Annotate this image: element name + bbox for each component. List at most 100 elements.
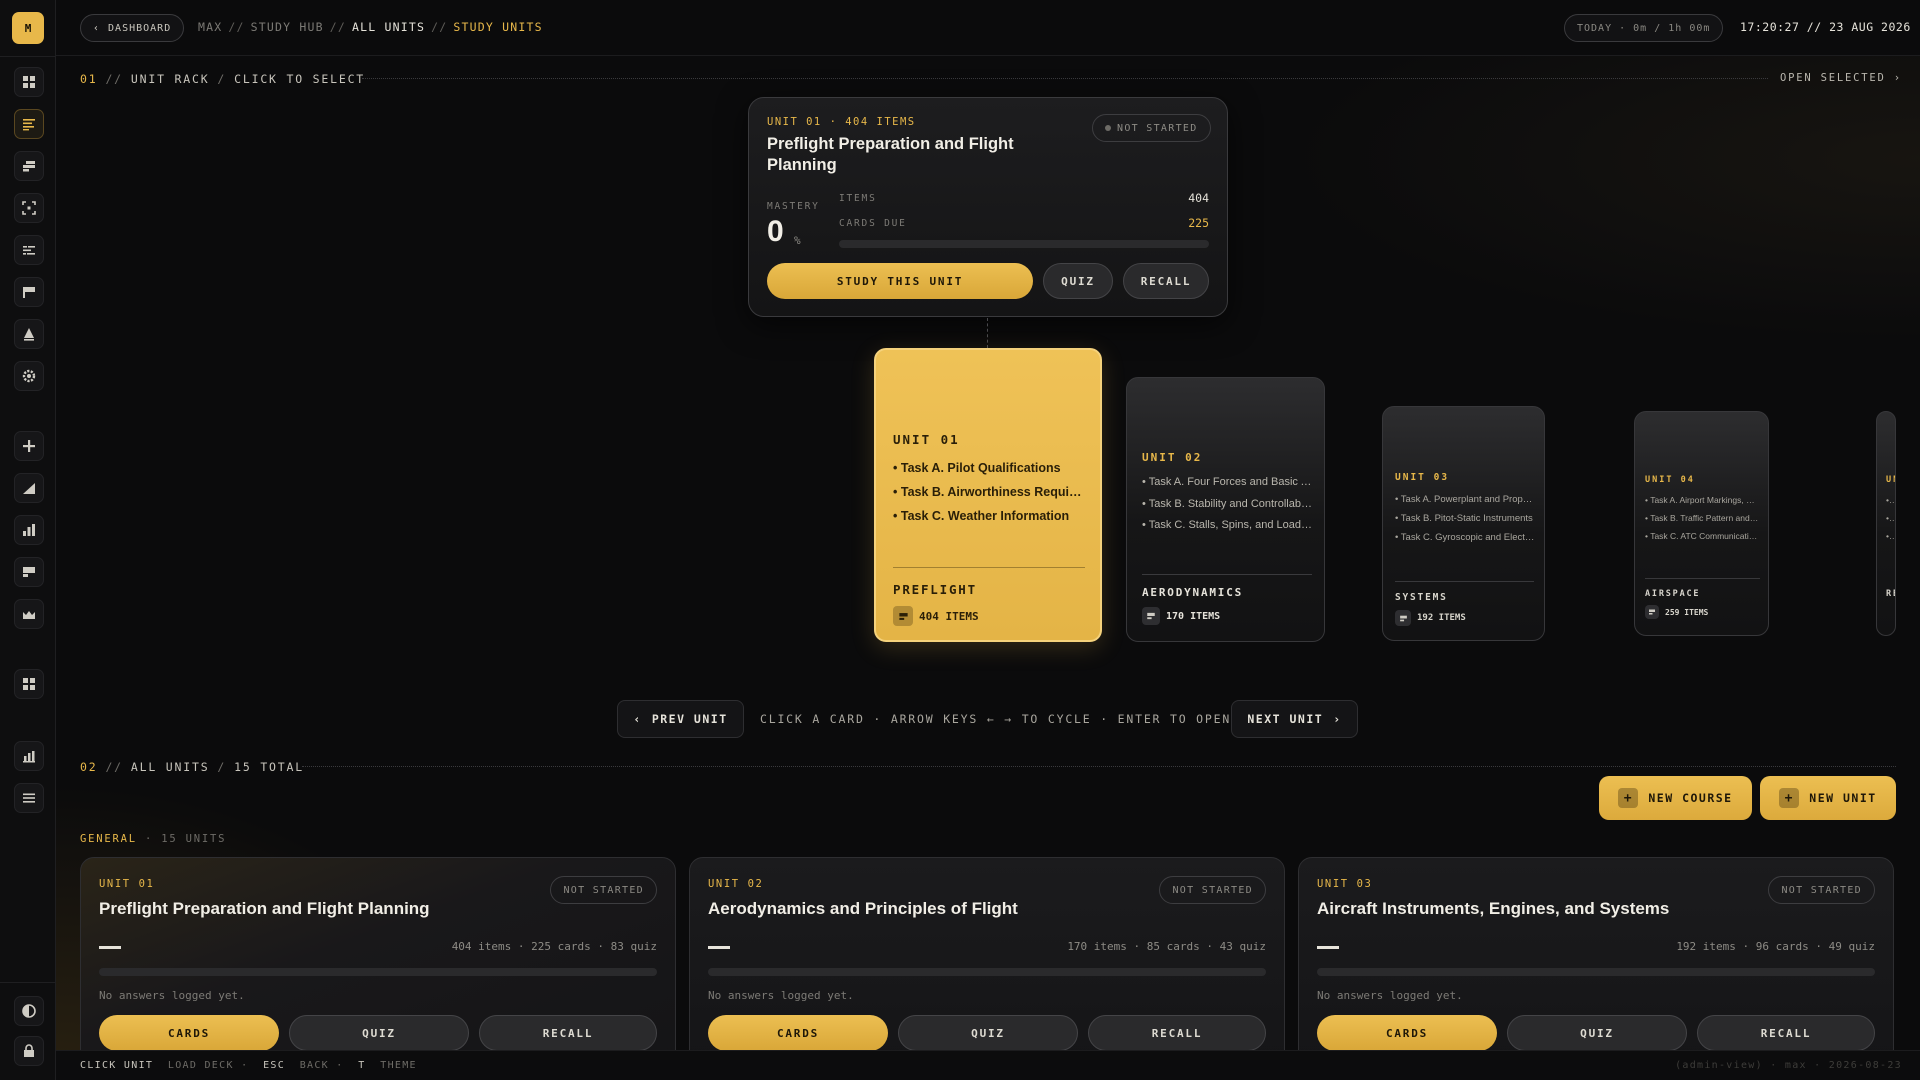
rack-card-unit-01[interactable]: UNIT 01 • Task A. Pilot Qualifications •… bbox=[874, 348, 1102, 642]
rack-card-unit-04[interactable]: UNIT 04 • Task A. Airport Markings, Sign… bbox=[1634, 411, 1769, 636]
recall-button[interactable]: RECALL bbox=[1123, 263, 1209, 299]
rack-card-unit-02[interactable]: UNIT 02 • Task A. Four Forces and Basic … bbox=[1126, 377, 1325, 642]
list-icon[interactable] bbox=[14, 109, 44, 139]
hint-key: ESC bbox=[263, 1060, 286, 1071]
unit-card[interactable]: UNIT 03 Aircraft Instruments, Engines, a… bbox=[1298, 857, 1894, 1080]
rack-task-list: • Task A. Airport Markings, Signs and Li… bbox=[1645, 491, 1760, 545]
ascending-chart-icon[interactable] bbox=[14, 473, 44, 503]
rack-card-category: AERODYNAMICS bbox=[1142, 586, 1244, 599]
list-item: • Task A. Powerplant and Propeller bbox=[1395, 494, 1535, 505]
rack-card-unit: UN bbox=[1886, 475, 1895, 485]
today-timer-badge: TODAY · 0m / 1h 00m bbox=[1564, 14, 1724, 42]
cards-button[interactable]: CARDS bbox=[99, 1015, 279, 1051]
unit-number: UNIT 03 bbox=[1317, 878, 1373, 890]
menu-icon[interactable] bbox=[14, 783, 44, 813]
rack-card-unit: UNIT 03 bbox=[1395, 472, 1450, 483]
plus-icon[interactable] bbox=[14, 431, 44, 461]
study-unit-button[interactable]: STUDY THIS UNIT bbox=[767, 263, 1033, 299]
section-title: ALL UNITS bbox=[130, 760, 210, 774]
cards-button[interactable]: CARDS bbox=[1317, 1015, 1497, 1051]
lines-icon[interactable] bbox=[14, 235, 44, 265]
dashboard-back-label: DASHBOARD bbox=[108, 22, 172, 34]
deck-icon bbox=[1645, 605, 1659, 619]
lock-icon[interactable] bbox=[14, 1036, 44, 1066]
rack-task-list: • Task A. Pilot Qualifications • Task B.… bbox=[893, 456, 1085, 528]
cards-due-label: CARDS DUE bbox=[839, 218, 907, 229]
quiz-button[interactable]: QUIZ bbox=[1507, 1015, 1687, 1051]
list-item: • Task C. Weather Information bbox=[893, 509, 1070, 523]
new-unit-button[interactable]: + NEW UNIT bbox=[1760, 776, 1896, 820]
contrast-icon[interactable] bbox=[14, 996, 44, 1026]
list-item: • T bbox=[1886, 531, 1896, 541]
list-item: • Task C. Stalls, Spins, and Load Factor bbox=[1142, 519, 1312, 531]
hint-key: CLICK UNIT bbox=[80, 1060, 154, 1071]
hint-text: BACK · bbox=[299, 1060, 344, 1071]
card-divider bbox=[1645, 578, 1760, 579]
chevron-left-icon: ‹ bbox=[93, 22, 101, 34]
breadcrumb-item[interactable]: STUDY HUB bbox=[251, 20, 324, 34]
rack-task-list: • Task A. Powerplant and Propeller • Tas… bbox=[1395, 490, 1535, 547]
unit-card[interactable]: UNIT 02 Aerodynamics and Principles of F… bbox=[689, 857, 1285, 1080]
open-selected-link[interactable]: OPEN SELECTED › bbox=[1780, 72, 1902, 84]
unit-card[interactable]: UNIT 01 Preflight Preparation and Flight… bbox=[80, 857, 676, 1080]
gear-icon[interactable] bbox=[14, 361, 44, 391]
detail-eyebrow: UNIT 01 · 404 ITEMS bbox=[767, 116, 916, 128]
unit-meta: 404 items · 225 cards · 83 quiz bbox=[451, 940, 657, 953]
unit-meta: 192 items · 96 cards · 49 quiz bbox=[1676, 940, 1875, 953]
new-course-button[interactable]: + NEW COURSE bbox=[1599, 776, 1752, 820]
rack-section-header: 01//UNIT RACK / CLICK TO SELECT bbox=[80, 72, 366, 86]
deck-icon bbox=[1142, 607, 1160, 625]
chevron-right-icon: › bbox=[1333, 712, 1342, 726]
detail-progress-bar bbox=[839, 240, 1209, 248]
list-item: • Task B. Traffic Pattern and Airspace bbox=[1645, 513, 1760, 523]
flag-icon[interactable] bbox=[14, 277, 44, 307]
section-number: 02 bbox=[80, 760, 98, 774]
unit-note: No answers logged yet. bbox=[1317, 989, 1463, 1002]
status-badge: NOT STARTED bbox=[1159, 876, 1266, 904]
app-logo[interactable]: M bbox=[12, 12, 44, 44]
focus-icon[interactable] bbox=[14, 193, 44, 223]
recall-button[interactable]: RECALL bbox=[479, 1015, 657, 1051]
breadcrumb-item[interactable]: MAX bbox=[198, 20, 222, 34]
mastery-dash bbox=[708, 946, 730, 949]
apps-icon[interactable] bbox=[14, 669, 44, 699]
recall-button[interactable]: RECALL bbox=[1088, 1015, 1266, 1051]
stack-icon[interactable] bbox=[14, 151, 44, 181]
bar-chart-icon[interactable] bbox=[14, 515, 44, 545]
image-icon[interactable] bbox=[14, 599, 44, 629]
detail-title: Preflight Preparation and Flight Plannin… bbox=[767, 135, 1014, 174]
group-count: · 15 UNITS bbox=[144, 833, 227, 845]
unit-progress-bar bbox=[1317, 968, 1875, 976]
mastery-dash bbox=[1317, 946, 1339, 949]
rack-card-category: SYSTEMS bbox=[1395, 592, 1448, 603]
stats-icon[interactable] bbox=[14, 741, 44, 771]
tree-icon[interactable] bbox=[14, 319, 44, 349]
grid-icon[interactable] bbox=[14, 67, 44, 97]
quiz-button[interactable]: QUIZ bbox=[1043, 263, 1113, 299]
list-item: • Task C. Gyroscopic and Electrical Syst… bbox=[1395, 532, 1535, 543]
quiz-button[interactable]: QUIZ bbox=[898, 1015, 1078, 1051]
next-unit-button[interactable]: NEXT UNIT › bbox=[1231, 700, 1358, 738]
dashboard-back-button[interactable]: ‹ DASHBOARD bbox=[80, 14, 185, 42]
list-item: • Task A. Four Forces and Basic Aerodyna… bbox=[1142, 476, 1312, 488]
rack-card-items: 192 ITEMS bbox=[1395, 610, 1466, 626]
rack-card-items: 170 ITEMS bbox=[1142, 607, 1220, 625]
mastery-value: 0 bbox=[767, 215, 784, 248]
list-item: • Task C. ATC Communications bbox=[1645, 531, 1760, 541]
rack-card-unit-03[interactable]: UNIT 03 • Task A. Powerplant and Propell… bbox=[1382, 406, 1545, 641]
rack-card-items: 259 ITEMS bbox=[1645, 605, 1708, 619]
rack-card-unit-05-partial[interactable]: UN • T • T • T RE bbox=[1876, 411, 1896, 636]
hint-text: LOAD DECK · bbox=[167, 1060, 249, 1071]
keyboard-hint-bar: CLICK UNIT LOAD DECK · ESC BACK · T THEM… bbox=[56, 1050, 1920, 1080]
section-subtitle: CLICK TO SELECT bbox=[234, 72, 366, 86]
quiz-button[interactable]: QUIZ bbox=[289, 1015, 469, 1051]
deck-icon bbox=[893, 606, 913, 626]
recall-button[interactable]: RECALL bbox=[1697, 1015, 1875, 1051]
cards-button[interactable]: CARDS bbox=[708, 1015, 888, 1051]
breadcrumb-item[interactable]: ALL UNITS bbox=[352, 20, 425, 34]
card-icon[interactable] bbox=[14, 557, 44, 587]
prev-unit-button[interactable]: ‹ PREV UNIT bbox=[617, 700, 744, 738]
prev-unit-label: PREV UNIT bbox=[651, 712, 728, 726]
clock: 17:20:27 // 23 AUG 2026 bbox=[1740, 20, 1911, 34]
card-divider bbox=[1142, 574, 1312, 575]
